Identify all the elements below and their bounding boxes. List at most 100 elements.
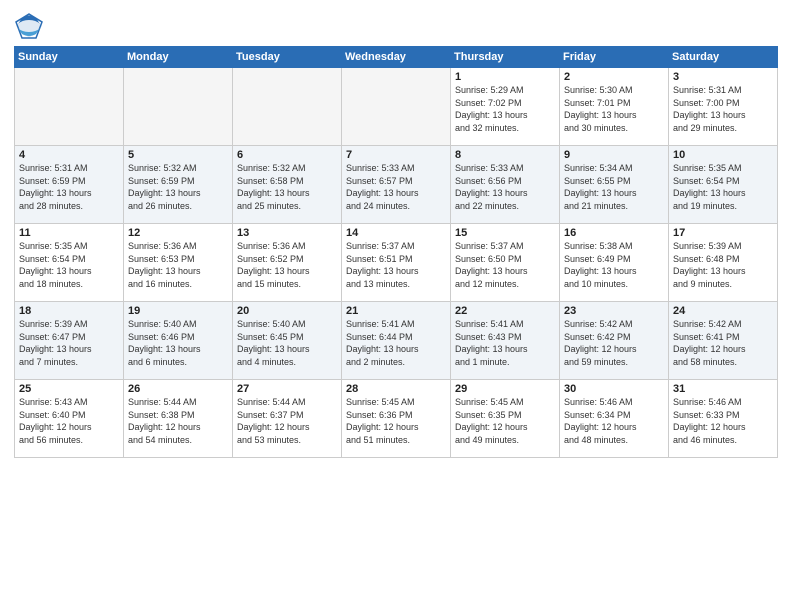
day-number: 26 [128, 383, 228, 395]
calendar-cell: 1Sunrise: 5:29 AMSunset: 7:02 PMDaylight… [451, 68, 560, 146]
calendar-cell: 27Sunrise: 5:44 AMSunset: 6:37 PMDayligh… [233, 380, 342, 458]
day-number: 7 [346, 149, 446, 161]
day-number: 23 [564, 305, 664, 317]
day-number: 21 [346, 305, 446, 317]
day-number: 11 [19, 227, 119, 239]
calendar-cell: 11Sunrise: 5:35 AMSunset: 6:54 PMDayligh… [15, 224, 124, 302]
day-number: 9 [564, 149, 664, 161]
calendar-week-4: 18Sunrise: 5:39 AMSunset: 6:47 PMDayligh… [15, 302, 778, 380]
day-info: Sunrise: 5:33 AMSunset: 6:56 PMDaylight:… [455, 162, 555, 212]
calendar-cell: 22Sunrise: 5:41 AMSunset: 6:43 PMDayligh… [451, 302, 560, 380]
day-number: 15 [455, 227, 555, 239]
calendar-week-1: 1Sunrise: 5:29 AMSunset: 7:02 PMDaylight… [15, 68, 778, 146]
day-number: 17 [673, 227, 773, 239]
day-info: Sunrise: 5:34 AMSunset: 6:55 PMDaylight:… [564, 162, 664, 212]
day-number: 18 [19, 305, 119, 317]
day-info: Sunrise: 5:46 AMSunset: 6:33 PMDaylight:… [673, 396, 773, 446]
calendar-cell: 16Sunrise: 5:38 AMSunset: 6:49 PMDayligh… [560, 224, 669, 302]
calendar-cell: 31Sunrise: 5:46 AMSunset: 6:33 PMDayligh… [669, 380, 778, 458]
day-number: 12 [128, 227, 228, 239]
calendar-cell: 29Sunrise: 5:45 AMSunset: 6:35 PMDayligh… [451, 380, 560, 458]
day-info: Sunrise: 5:33 AMSunset: 6:57 PMDaylight:… [346, 162, 446, 212]
day-info: Sunrise: 5:43 AMSunset: 6:40 PMDaylight:… [19, 396, 119, 446]
calendar-cell: 30Sunrise: 5:46 AMSunset: 6:34 PMDayligh… [560, 380, 669, 458]
calendar-week-3: 11Sunrise: 5:35 AMSunset: 6:54 PMDayligh… [15, 224, 778, 302]
day-number: 10 [673, 149, 773, 161]
day-info: Sunrise: 5:45 AMSunset: 6:35 PMDaylight:… [455, 396, 555, 446]
day-info: Sunrise: 5:42 AMSunset: 6:41 PMDaylight:… [673, 318, 773, 368]
day-number: 16 [564, 227, 664, 239]
day-number: 3 [673, 71, 773, 83]
day-info: Sunrise: 5:32 AMSunset: 6:59 PMDaylight:… [128, 162, 228, 212]
day-info: Sunrise: 5:46 AMSunset: 6:34 PMDaylight:… [564, 396, 664, 446]
day-info: Sunrise: 5:37 AMSunset: 6:50 PMDaylight:… [455, 240, 555, 290]
day-info: Sunrise: 5:35 AMSunset: 6:54 PMDaylight:… [673, 162, 773, 212]
calendar-cell: 28Sunrise: 5:45 AMSunset: 6:36 PMDayligh… [342, 380, 451, 458]
calendar-cell: 13Sunrise: 5:36 AMSunset: 6:52 PMDayligh… [233, 224, 342, 302]
day-info: Sunrise: 5:39 AMSunset: 6:48 PMDaylight:… [673, 240, 773, 290]
day-info: Sunrise: 5:31 AMSunset: 7:00 PMDaylight:… [673, 84, 773, 134]
day-number: 28 [346, 383, 446, 395]
calendar-cell: 2Sunrise: 5:30 AMSunset: 7:01 PMDaylight… [560, 68, 669, 146]
weekday-header-friday: Friday [560, 47, 669, 68]
day-info: Sunrise: 5:29 AMSunset: 7:02 PMDaylight:… [455, 84, 555, 134]
logo-icon [14, 12, 44, 40]
calendar-table: SundayMondayTuesdayWednesdayThursdayFrid… [14, 46, 778, 458]
day-number: 5 [128, 149, 228, 161]
calendar-cell [15, 68, 124, 146]
day-info: Sunrise: 5:41 AMSunset: 6:43 PMDaylight:… [455, 318, 555, 368]
day-number: 1 [455, 71, 555, 83]
day-number: 2 [564, 71, 664, 83]
calendar-cell: 15Sunrise: 5:37 AMSunset: 6:50 PMDayligh… [451, 224, 560, 302]
calendar-cell: 6Sunrise: 5:32 AMSunset: 6:58 PMDaylight… [233, 146, 342, 224]
day-number: 25 [19, 383, 119, 395]
day-info: Sunrise: 5:45 AMSunset: 6:36 PMDaylight:… [346, 396, 446, 446]
calendar-cell [233, 68, 342, 146]
day-number: 31 [673, 383, 773, 395]
day-info: Sunrise: 5:32 AMSunset: 6:58 PMDaylight:… [237, 162, 337, 212]
day-info: Sunrise: 5:44 AMSunset: 6:38 PMDaylight:… [128, 396, 228, 446]
calendar-cell: 21Sunrise: 5:41 AMSunset: 6:44 PMDayligh… [342, 302, 451, 380]
day-info: Sunrise: 5:39 AMSunset: 6:47 PMDaylight:… [19, 318, 119, 368]
day-info: Sunrise: 5:42 AMSunset: 6:42 PMDaylight:… [564, 318, 664, 368]
weekday-header-wednesday: Wednesday [342, 47, 451, 68]
day-number: 13 [237, 227, 337, 239]
day-number: 22 [455, 305, 555, 317]
day-number: 24 [673, 305, 773, 317]
weekday-header-tuesday: Tuesday [233, 47, 342, 68]
calendar-cell: 4Sunrise: 5:31 AMSunset: 6:59 PMDaylight… [15, 146, 124, 224]
calendar-cell: 23Sunrise: 5:42 AMSunset: 6:42 PMDayligh… [560, 302, 669, 380]
calendar-cell: 10Sunrise: 5:35 AMSunset: 6:54 PMDayligh… [669, 146, 778, 224]
calendar-cell [124, 68, 233, 146]
calendar-cell: 24Sunrise: 5:42 AMSunset: 6:41 PMDayligh… [669, 302, 778, 380]
calendar-header-row: SundayMondayTuesdayWednesdayThursdayFrid… [15, 47, 778, 68]
day-number: 6 [237, 149, 337, 161]
day-info: Sunrise: 5:36 AMSunset: 6:53 PMDaylight:… [128, 240, 228, 290]
day-info: Sunrise: 5:30 AMSunset: 7:01 PMDaylight:… [564, 84, 664, 134]
logo [14, 12, 48, 40]
day-number: 20 [237, 305, 337, 317]
day-info: Sunrise: 5:36 AMSunset: 6:52 PMDaylight:… [237, 240, 337, 290]
calendar-cell: 8Sunrise: 5:33 AMSunset: 6:56 PMDaylight… [451, 146, 560, 224]
calendar-cell: 12Sunrise: 5:36 AMSunset: 6:53 PMDayligh… [124, 224, 233, 302]
calendar-week-2: 4Sunrise: 5:31 AMSunset: 6:59 PMDaylight… [15, 146, 778, 224]
header [14, 12, 778, 40]
day-number: 30 [564, 383, 664, 395]
calendar-cell [342, 68, 451, 146]
day-info: Sunrise: 5:38 AMSunset: 6:49 PMDaylight:… [564, 240, 664, 290]
day-info: Sunrise: 5:44 AMSunset: 6:37 PMDaylight:… [237, 396, 337, 446]
day-info: Sunrise: 5:40 AMSunset: 6:45 PMDaylight:… [237, 318, 337, 368]
day-info: Sunrise: 5:40 AMSunset: 6:46 PMDaylight:… [128, 318, 228, 368]
calendar-cell: 25Sunrise: 5:43 AMSunset: 6:40 PMDayligh… [15, 380, 124, 458]
calendar-cell: 20Sunrise: 5:40 AMSunset: 6:45 PMDayligh… [233, 302, 342, 380]
calendar-cell: 3Sunrise: 5:31 AMSunset: 7:00 PMDaylight… [669, 68, 778, 146]
calendar-cell: 19Sunrise: 5:40 AMSunset: 6:46 PMDayligh… [124, 302, 233, 380]
calendar-cell: 5Sunrise: 5:32 AMSunset: 6:59 PMDaylight… [124, 146, 233, 224]
day-info: Sunrise: 5:41 AMSunset: 6:44 PMDaylight:… [346, 318, 446, 368]
weekday-header-monday: Monday [124, 47, 233, 68]
day-number: 4 [19, 149, 119, 161]
page-container: SundayMondayTuesdayWednesdayThursdayFrid… [0, 0, 792, 612]
weekday-header-sunday: Sunday [15, 47, 124, 68]
weekday-header-thursday: Thursday [451, 47, 560, 68]
calendar-cell: 7Sunrise: 5:33 AMSunset: 6:57 PMDaylight… [342, 146, 451, 224]
